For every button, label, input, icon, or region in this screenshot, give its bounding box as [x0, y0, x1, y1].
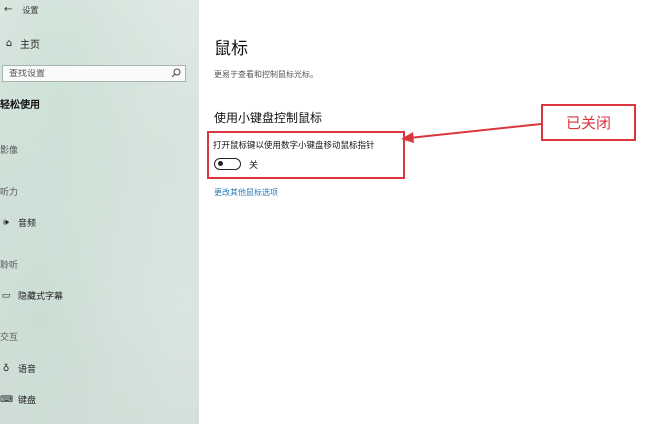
toggle-knob [218, 161, 223, 166]
sidebar-group-listening: 聆听 [0, 261, 19, 271]
mouse-keys-toggle[interactable] [214, 158, 241, 170]
sidebar-item-label: 隐藏式字幕 [18, 292, 64, 302]
toggle-state-text: 关 [249, 161, 259, 171]
page-description: 更易于查看和控制鼠标光标。 [214, 70, 318, 79]
sidebar-group-hearing: 听力 [0, 188, 19, 198]
sidebar-item-audio[interactable]: 🕪 音频 [0, 216, 37, 230]
main-content: 鼠标 更易于查看和控制鼠标光标。 使用小键盘控制鼠标 打开鼠标键以使用数字小键盘… [199, 0, 664, 424]
microphone-icon: ♁ [2, 363, 10, 374]
annotation-arrow [401, 123, 542, 143]
speaker-icon: 🕪 [3, 217, 9, 228]
sidebar-group-vision: 影像 [0, 146, 19, 156]
sidebar-item-home[interactable]: ⌂ 主页 [2, 36, 40, 51]
keyboard-icon: ⌨ [0, 394, 13, 405]
mouse-keys-toggle-label: 打开鼠标键以使用数字小键盘移动鼠标指针 [213, 141, 375, 151]
sidebar-section-title: 轻松使用 [0, 100, 40, 111]
page-title: 鼠标 [214, 39, 248, 59]
more-mouse-options-link[interactable]: 更改其他鼠标选项 [214, 187, 278, 198]
sidebar-item-label: 主页 [20, 40, 40, 51]
annotation-callout: 已关闭 [541, 104, 636, 141]
settings-window: ← 设置 ⌂ 主页 轻松使用 影像 听力 🕪 音频 聆听 ▭ 隐藏式字幕 交互 [0, 0, 664, 424]
search-input[interactable] [3, 68, 169, 79]
sidebar-item-speech[interactable]: ♁ 语音 [0, 362, 37, 376]
search-icon[interactable] [171, 68, 181, 78]
back-arrow-icon[interactable]: ← [4, 5, 12, 15]
sidebar-item-captions[interactable]: ▭ 隐藏式字幕 [0, 289, 64, 303]
sidebar-item-label: 语音 [18, 365, 37, 375]
window-title: 设置 [22, 5, 39, 15]
sidebar-item-label: 键盘 [18, 396, 37, 406]
sidebar: ← 设置 ⌂ 主页 轻松使用 影像 听力 🕪 音频 聆听 ▭ 隐藏式字幕 交互 [0, 0, 199, 424]
home-icon: ⌂ [5, 38, 13, 49]
sidebar-item-keyboard[interactable]: ⌨ 键盘 [0, 393, 37, 407]
title-bar: ← 设置 [4, 3, 38, 17]
subsection-title: 使用小键盘控制鼠标 [214, 111, 323, 125]
captions-icon: ▭ [1, 290, 11, 301]
sidebar-item-label: 音频 [18, 219, 37, 229]
sidebar-group-interaction: 交互 [0, 333, 19, 343]
search-box[interactable] [2, 65, 186, 82]
